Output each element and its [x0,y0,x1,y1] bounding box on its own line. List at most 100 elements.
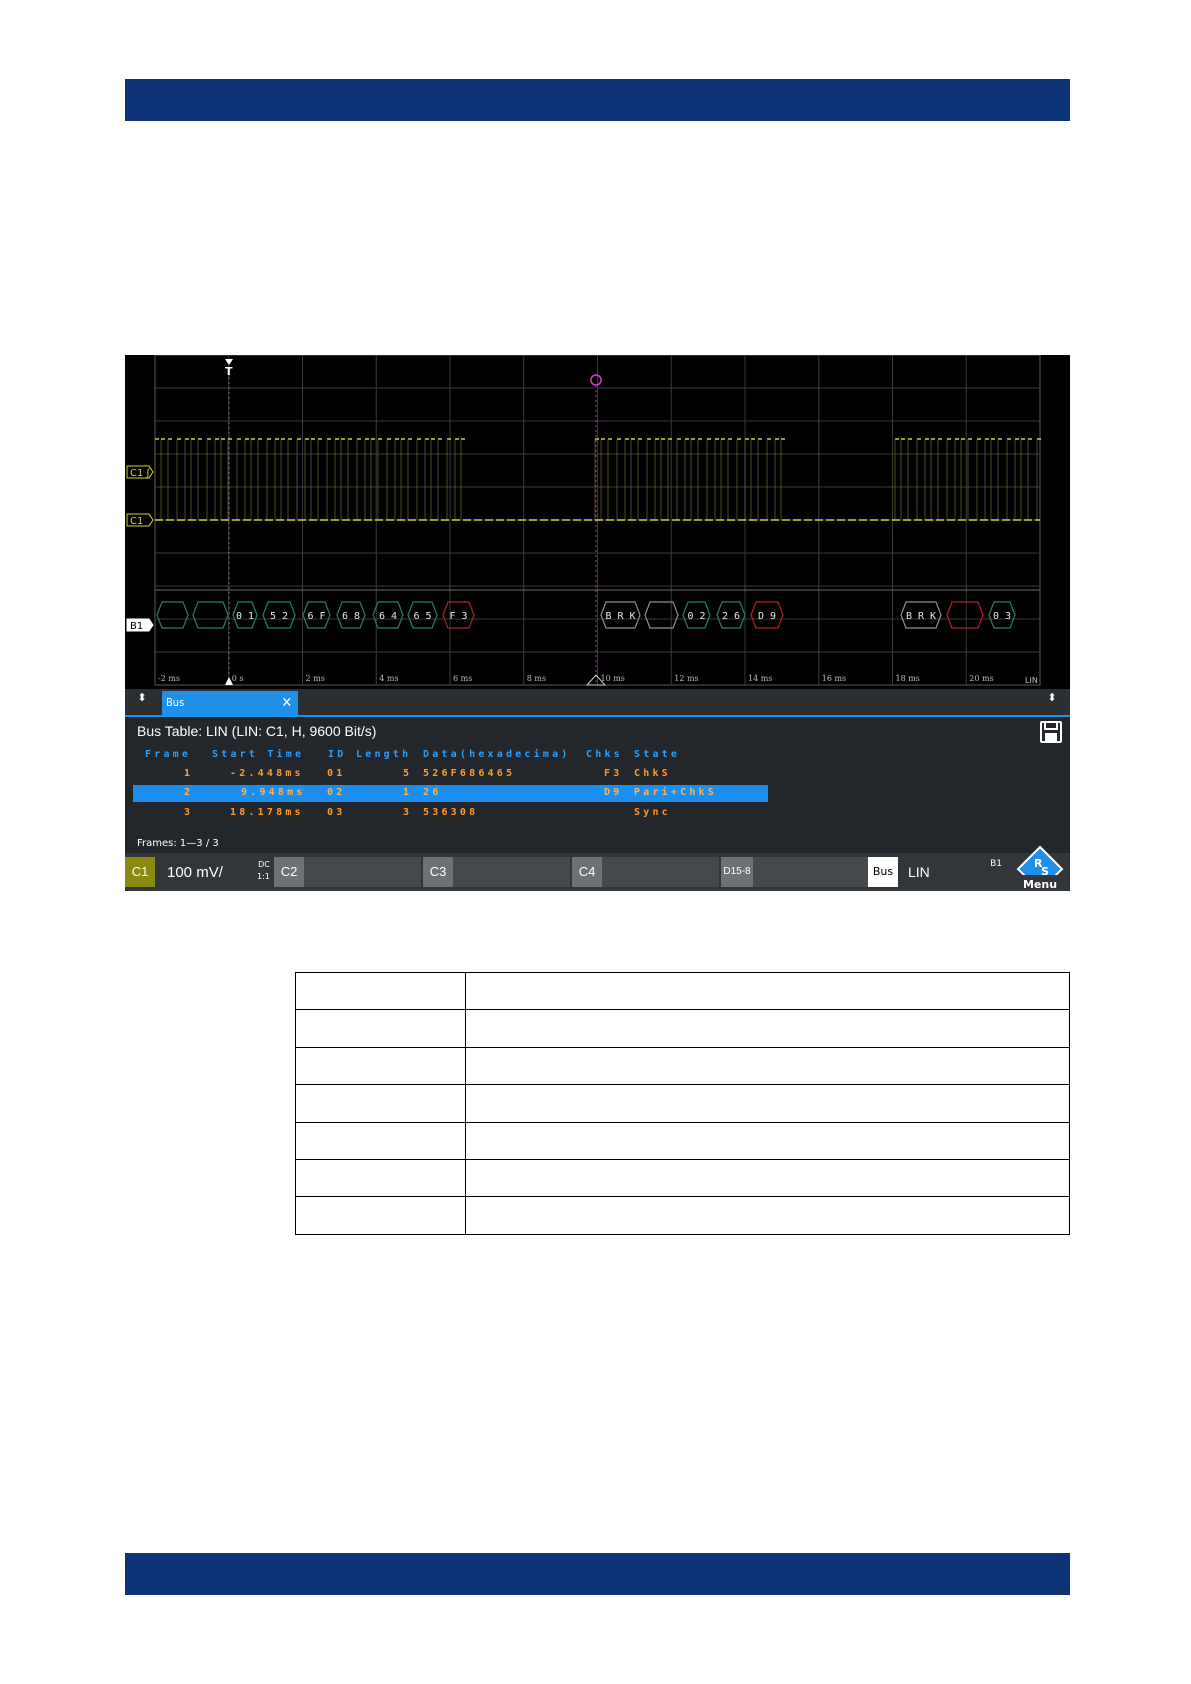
x-tick-label: 18 ms [896,674,920,683]
tab-bus[interactable]: Bus ✕ [162,691,298,715]
channel-c2[interactable]: C2 [274,857,421,887]
table-row-selected[interactable]: 2 9.948ms 02 1 26 D9 Pari+ChkS [133,785,768,802]
channel-c3-empty [453,857,570,887]
table-cell [465,1046,1070,1086]
table-row[interactable]: 3 18.178ms 03 3 536308 Sync [133,805,768,822]
save-icon[interactable] [1040,721,1062,743]
svg-text:S: S [1041,865,1049,875]
table-row [295,971,1070,1011]
cell-state: Pari+ChkS [634,787,717,798]
decode-label: B R K [906,611,936,622]
table-cell [465,1196,1070,1235]
decode-frame [192,601,229,629]
channel-c2-label: C2 [274,857,304,887]
col-header-data[interactable]: Data(hexadecima) [423,749,571,760]
decode-label: 6 F [307,611,325,622]
close-icon[interactable]: ✕ [281,691,292,715]
decode-frame [156,601,189,629]
decode-label: 6 4 [379,611,397,622]
x-tick-label: 8 ms [527,674,546,683]
col-header-frame[interactable]: Frame [145,749,191,760]
x-tick-label: 4 ms [379,674,398,683]
x-tick-label: 6 ms [453,674,472,683]
coupling-mode: DC [258,860,270,869]
cell-frame: 2 [184,787,194,798]
col-header-start-time[interactable]: Start Time [212,749,304,760]
decode-label: 5 2 [270,611,288,622]
table-row [295,1009,1070,1048]
doc-table [295,971,1070,1235]
col-header-id[interactable]: ID [328,749,346,760]
cell-state: ChkS [634,768,671,779]
decode-label: 6 5 [413,611,431,622]
channel-c1[interactable]: C1 100 mV/ DC 1:1 [125,857,275,887]
table-cell [295,1196,466,1235]
waveform-area[interactable]: T C1 ʃ C1 B1 0 1 5 2 6 F 6 8 6 4 6 5 F 3 B R K 0 2 2 … [125,355,1070,689]
table-cell [295,1084,466,1123]
cell-length: 1 [403,787,413,798]
table-row [295,1121,1070,1160]
table-row [295,1046,1070,1086]
channel-c1-coupling: DC 1:1 [257,859,270,883]
channel-c4-label: C4 [572,857,602,887]
channel-c3-label: C3 [423,857,453,887]
bus-protocol: LIN [908,864,930,880]
marker-c1-threshold: C1 ʃ [130,468,151,479]
cell-chks: F3 [604,768,623,779]
x-tick-label: 20 ms [969,674,993,683]
cell-frame: 1 [184,768,194,779]
bus-label: Bus [868,857,898,887]
cell-length: 3 [403,807,413,818]
decode-label: F 3 [449,611,467,622]
x-tick-label: 2 ms [306,674,325,683]
rs-logo-icon: R S [1016,845,1064,875]
table-row [295,1158,1070,1198]
table-cell [465,1009,1070,1048]
trigger-marker: T [225,365,233,378]
channel-c4-empty [602,857,719,887]
cell-frame: 3 [184,807,194,818]
x-tick-label: 14 ms [748,674,772,683]
table-row [295,1084,1070,1123]
table-cell [295,1121,466,1160]
status-bar: C1 100 mV/ DC 1:1 C2 C3 C4 D15-8 Bus LIN … [125,845,1070,891]
x-tick-label: 0 s [232,674,244,683]
bus-b1[interactable]: Bus LIN B1 [868,857,1008,887]
table-row[interactable]: 1 -2.448ms 01 5 526F686465 F3 ChkS [133,766,768,783]
decode-label: 6 8 [342,611,360,622]
channel-c1-scale: 100 mV/ [167,864,223,881]
table-cell [295,1158,466,1198]
marker-b1: B1 [130,621,143,632]
x-axis-corner-label: LIN [1025,676,1038,685]
cell-length: 5 [403,768,413,779]
table-cell [295,971,466,1011]
decode-label: 0 3 [993,611,1011,622]
menu-button[interactable]: R S Menu [1010,845,1070,891]
cell-state: Sync [634,807,671,818]
table-cell [465,1121,1070,1160]
bus-tag: B1 [990,859,1002,869]
tab-bus-label: Bus [166,696,185,709]
scroll-updown-icon[interactable]: ⬍ [1043,692,1061,711]
channel-c1-label: C1 [125,857,155,887]
table-cell [465,1084,1070,1123]
channel-digital-label: D15-8 [721,857,753,887]
decode-label: 0 1 [236,611,254,622]
header-band [125,79,1070,121]
channel-c4[interactable]: C4 [572,857,719,887]
table-cell [295,1009,466,1048]
col-header-state[interactable]: State [634,749,680,760]
marker-c1: C1 [130,516,143,527]
x-tick-label: 12 ms [674,674,698,683]
menu-label: Menu [1022,878,1058,891]
channel-c3[interactable]: C3 [423,857,570,887]
cell-data: 526F686465 [423,768,516,779]
x-tick-label: 16 ms [822,674,846,683]
col-header-length[interactable]: Length [356,749,411,760]
decode-frame [644,601,679,629]
footer-band [125,1553,1070,1595]
col-header-chks[interactable]: Chks [586,749,623,760]
frames-count: Frames: 1—3 / 3 [137,838,219,849]
scroll-updown-icon[interactable]: ⬍ [133,692,151,711]
channel-digital[interactable]: D15-8 [721,857,868,887]
